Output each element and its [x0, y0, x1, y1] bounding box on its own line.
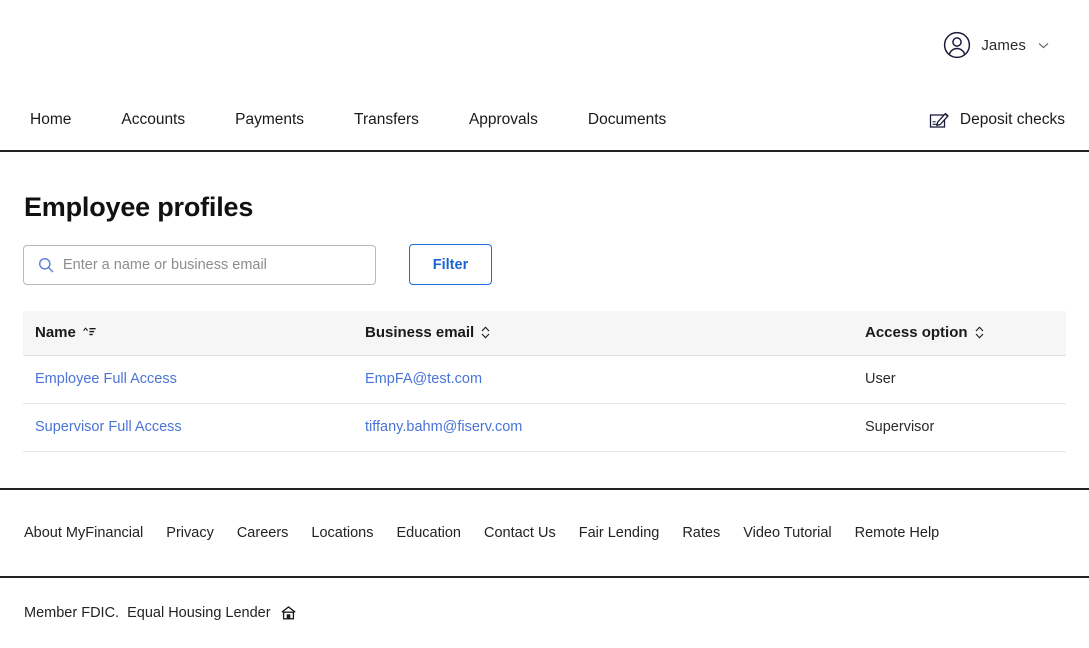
sort-unsorted-icon[interactable]	[975, 326, 984, 339]
column-header-access-option[interactable]: Access option	[853, 311, 1066, 356]
footer-link-locations[interactable]: Locations	[311, 525, 373, 541]
nav-links: Home Accounts Payments Transfers Approva…	[30, 105, 666, 135]
column-header-name[interactable]: Name	[23, 311, 353, 356]
main-navigation: Home Accounts Payments Transfers Approva…	[0, 90, 1089, 152]
column-header-name-label: Name	[35, 324, 76, 342]
employee-profiles-table: Name Business email Access option Employ…	[23, 311, 1066, 452]
table-head: Name Business email Access option	[23, 311, 1066, 356]
table-body: Employee Full Access EmpFA@test.com User…	[23, 355, 1066, 452]
sort-unsorted-icon[interactable]	[481, 326, 490, 339]
account-name: James	[981, 36, 1026, 54]
footer-link-rates[interactable]: Rates	[682, 525, 720, 541]
cell-access-option: User	[853, 355, 1066, 404]
deposit-checks-button[interactable]: Deposit checks	[929, 110, 1065, 131]
page-title: Employee profiles	[24, 192, 254, 222]
cell-business-email: tiffany.bahm@fiserv.com	[353, 403, 853, 452]
footer-link-education[interactable]: Education	[396, 525, 461, 541]
equal-housing-lender-text: Equal Housing Lender	[127, 605, 271, 621]
table-header-row: Name Business email Access option	[23, 311, 1066, 356]
table-row: Supervisor Full Access tiffany.bahm@fise…	[23, 403, 1066, 452]
deposit-checks-label: Deposit checks	[959, 111, 1065, 128]
legal-bar: Member FDIC. Equal Housing Lender	[0, 578, 1089, 648]
column-header-business-email-label: Business email	[365, 324, 475, 342]
user-avatar-icon	[943, 31, 971, 59]
cell-access-option: Supervisor	[853, 403, 1066, 452]
equal-housing-lender-icon	[279, 606, 296, 620]
employee-name-link[interactable]: Employee Full Access	[35, 371, 177, 387]
footer-link-privacy[interactable]: Privacy	[166, 525, 214, 541]
nav-item-transfers[interactable]: Transfers	[354, 105, 419, 135]
search-row: Filter	[23, 244, 1066, 285]
utility-bar: James	[0, 0, 1089, 90]
column-header-access-option-label: Access option	[865, 324, 968, 342]
employee-name-link[interactable]: Supervisor Full Access	[35, 419, 182, 435]
deposit-check-icon	[929, 110, 950, 131]
footer-link-remote-help[interactable]: Remote Help	[855, 525, 940, 541]
footer-link-fair-lending[interactable]: Fair Lending	[579, 525, 660, 541]
chevron-down-icon	[1036, 42, 1049, 49]
nav-item-documents[interactable]: Documents	[588, 105, 666, 135]
sort-ascending-icon[interactable]	[83, 327, 96, 338]
search-input[interactable]	[54, 245, 375, 284]
page-footer: About MyFinancial Privacy Careers Locati…	[0, 488, 1089, 648]
account-menu[interactable]: James	[943, 31, 1049, 59]
cell-business-email: EmpFA@test.com	[353, 355, 853, 404]
nav-item-home[interactable]: Home	[30, 105, 71, 135]
footer-link-contact-us[interactable]: Contact Us	[484, 525, 556, 541]
table-row: Employee Full Access EmpFA@test.com User	[23, 355, 1066, 404]
column-header-business-email[interactable]: Business email	[353, 311, 853, 356]
employee-email-link[interactable]: EmpFA@test.com	[365, 371, 482, 387]
search-box[interactable]	[23, 244, 376, 285]
filter-button[interactable]: Filter	[409, 244, 492, 285]
member-fdic-text: Member FDIC.	[24, 605, 120, 621]
nav-item-accounts[interactable]: Accounts	[121, 105, 185, 135]
cell-name: Supervisor Full Access	[23, 403, 353, 452]
app-page: James Home Accounts Payments Transfers A…	[0, 0, 1089, 648]
employee-email-link[interactable]: tiffany.bahm@fiserv.com	[365, 419, 522, 435]
footer-links: About MyFinancial Privacy Careers Locati…	[0, 490, 1089, 576]
main-content: Employee profiles Filter	[0, 192, 1089, 452]
cell-name: Employee Full Access	[23, 355, 353, 404]
search-icon	[24, 257, 54, 273]
footer-link-careers[interactable]: Careers	[237, 525, 289, 541]
footer-link-video-tutorial[interactable]: Video Tutorial	[743, 525, 831, 541]
nav-item-approvals[interactable]: Approvals	[469, 105, 538, 135]
nav-item-payments[interactable]: Payments	[235, 105, 304, 135]
footer-link-about-myfinancial[interactable]: About MyFinancial	[24, 525, 143, 541]
